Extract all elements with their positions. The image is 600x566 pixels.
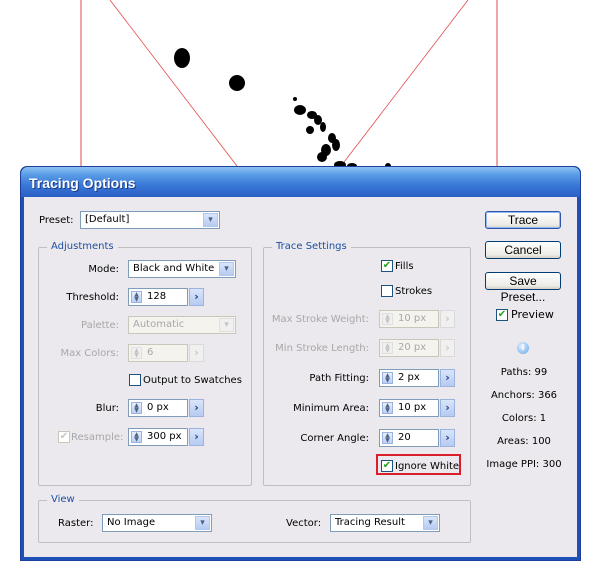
max-colors-value: 6 bbox=[147, 347, 154, 358]
min-stroke-length-value: 20 px bbox=[398, 342, 427, 353]
palette-label: Palette: bbox=[80, 320, 119, 331]
path-fitting-slider-button[interactable]: › bbox=[440, 369, 455, 387]
strokes-label: Strokes bbox=[395, 286, 433, 297]
info-icon: i bbox=[517, 342, 529, 354]
title-bar[interactable]: Tracing Options bbox=[21, 167, 580, 197]
mode-label: Mode: bbox=[88, 264, 119, 275]
output-to-swatches-checkbox[interactable] bbox=[129, 374, 141, 386]
vector-value: Tracing Result bbox=[335, 517, 405, 528]
min-stroke-length-label: Min Stroke Length: bbox=[275, 343, 369, 354]
preview-label: Preview bbox=[511, 308, 554, 321]
threshold-label: Threshold: bbox=[66, 292, 119, 303]
resample-stepper[interactable]: ▲ ▼ 300 px bbox=[128, 428, 188, 446]
spin-arrows-icon[interactable]: ▲ ▼ bbox=[382, 372, 393, 384]
threshold-value: 128 bbox=[147, 291, 167, 302]
path-fitting-stepper[interactable]: ▲ ▼ 2 px bbox=[379, 369, 439, 387]
resample-checkbox[interactable]: ✔ bbox=[58, 431, 70, 443]
max-colors-stepper[interactable]: ▲ ▼ 6 bbox=[128, 344, 188, 362]
cancel-button[interactable]: Cancel bbox=[485, 241, 561, 259]
chevron-down-icon: ▾ bbox=[203, 213, 218, 227]
max-stroke-weight-value: 10 px bbox=[398, 313, 427, 324]
resample-value: 300 px bbox=[147, 431, 182, 442]
max-stroke-weight-slider-button[interactable]: › bbox=[440, 310, 455, 328]
spin-arrows-icon[interactable]: ▲ ▼ bbox=[131, 291, 142, 303]
spin-arrows-icon[interactable]: ▲ ▼ bbox=[382, 342, 393, 354]
preview-checkbox[interactable]: ✔ bbox=[496, 309, 508, 321]
stat-colors: Colors: 1 bbox=[501, 413, 547, 424]
fills-label: Fills bbox=[395, 261, 414, 272]
blur-slider-button[interactable]: › bbox=[189, 399, 204, 417]
vector-dropdown[interactable]: Tracing Result ▾ bbox=[330, 514, 440, 532]
spin-arrows-icon[interactable]: ▲ ▼ bbox=[382, 432, 393, 444]
corner-angle-value: 20 bbox=[398, 432, 411, 443]
adjustments-group: Adjustments bbox=[38, 241, 252, 486]
max-colors-label: Max Colors: bbox=[60, 348, 119, 359]
save-preset-button[interactable]: Save Preset... bbox=[485, 272, 561, 304]
blur-value: 0 px bbox=[147, 402, 169, 413]
ignore-white-label: Ignore White bbox=[395, 461, 460, 472]
resample-label: Resample: bbox=[71, 432, 124, 443]
spin-arrows-icon[interactable]: ▲ ▼ bbox=[382, 313, 393, 325]
mode-value: Black and White bbox=[133, 263, 215, 274]
min-stroke-length-slider-button[interactable]: › bbox=[440, 339, 455, 357]
min-stroke-length-stepper[interactable]: ▲ ▼ 20 px bbox=[379, 339, 439, 357]
dialog-title: Tracing Options bbox=[29, 175, 136, 191]
corner-angle-stepper[interactable]: ▲ ▼ 20 bbox=[379, 429, 439, 447]
max-stroke-weight-stepper[interactable]: ▲ ▼ 10 px bbox=[379, 310, 439, 328]
adjustments-title: Adjustments bbox=[47, 241, 118, 252]
vector-label: Vector: bbox=[286, 518, 322, 529]
minimum-area-stepper[interactable]: ▲ ▼ 10 px bbox=[379, 399, 439, 417]
ignore-white-checkbox[interactable]: ✔ bbox=[381, 460, 393, 472]
chevron-down-icon: ▾ bbox=[423, 516, 438, 530]
spin-arrows-icon[interactable]: ▲ ▼ bbox=[382, 402, 393, 414]
mode-dropdown[interactable]: Black and White ▾ bbox=[128, 260, 236, 278]
minimum-area-label: Minimum Area: bbox=[293, 403, 369, 414]
raster-dropdown[interactable]: No Image ▾ bbox=[102, 514, 212, 532]
stat-paths: Paths: 99 bbox=[500, 367, 548, 378]
fills-checkbox[interactable]: ✔ bbox=[381, 260, 393, 272]
trace-settings-title: Trace Settings bbox=[272, 241, 351, 252]
threshold-stepper[interactable]: ▲ ▼ 128 bbox=[128, 288, 188, 306]
trace-settings-group: Trace Settings bbox=[263, 241, 471, 486]
palette-dropdown[interactable]: Automatic ▾ bbox=[128, 316, 236, 334]
path-fitting-value: 2 px bbox=[398, 372, 420, 383]
trace-button[interactable]: Trace bbox=[485, 211, 561, 229]
resample-slider-button[interactable]: › bbox=[189, 428, 204, 446]
stat-areas: Areas: 100 bbox=[497, 436, 551, 447]
dialog-body: Preset: [Default] ▾ Adjustments Mode: Bl… bbox=[24, 197, 577, 557]
minimum-area-slider-button[interactable]: › bbox=[440, 399, 455, 417]
chevron-down-icon: ▾ bbox=[195, 516, 210, 530]
view-title: View bbox=[47, 494, 79, 505]
chevron-down-icon: ▾ bbox=[219, 318, 234, 332]
stat-anchors: Anchors: 366 bbox=[490, 390, 558, 401]
spin-arrows-icon[interactable]: ▲ ▼ bbox=[131, 431, 142, 443]
path-fitting-label: Path Fitting: bbox=[309, 373, 369, 384]
minimum-area-value: 10 px bbox=[398, 402, 427, 413]
corner-angle-label: Corner Angle: bbox=[300, 433, 369, 444]
preset-label: Preset: bbox=[39, 215, 74, 226]
output-to-swatches-label: Output to Swatches bbox=[143, 375, 242, 386]
palette-value: Automatic bbox=[133, 319, 185, 330]
threshold-slider-button[interactable]: › bbox=[189, 288, 204, 306]
blur-label: Blur: bbox=[95, 403, 119, 414]
spin-arrows-icon[interactable]: ▲ ▼ bbox=[131, 347, 142, 359]
corner-angle-slider-button[interactable]: › bbox=[440, 429, 455, 447]
stat-image-ppi: Image PPI: 300 bbox=[486, 459, 562, 470]
max-colors-slider-button[interactable]: › bbox=[189, 344, 204, 362]
raster-label: Raster: bbox=[58, 518, 94, 529]
tracing-options-dialog: Tracing Options Preset: [Default] ▾ Adju… bbox=[20, 166, 581, 561]
spin-arrows-icon[interactable]: ▲ ▼ bbox=[131, 402, 142, 414]
blur-stepper[interactable]: ▲ ▼ 0 px bbox=[128, 399, 188, 417]
strokes-checkbox[interactable] bbox=[381, 285, 393, 297]
raster-value: No Image bbox=[107, 517, 156, 528]
preset-value: [Default] bbox=[85, 214, 130, 225]
max-stroke-weight-label: Max Stroke Weight: bbox=[271, 314, 369, 325]
chevron-down-icon: ▾ bbox=[219, 262, 234, 276]
preset-dropdown[interactable]: [Default] ▾ bbox=[80, 211, 220, 229]
